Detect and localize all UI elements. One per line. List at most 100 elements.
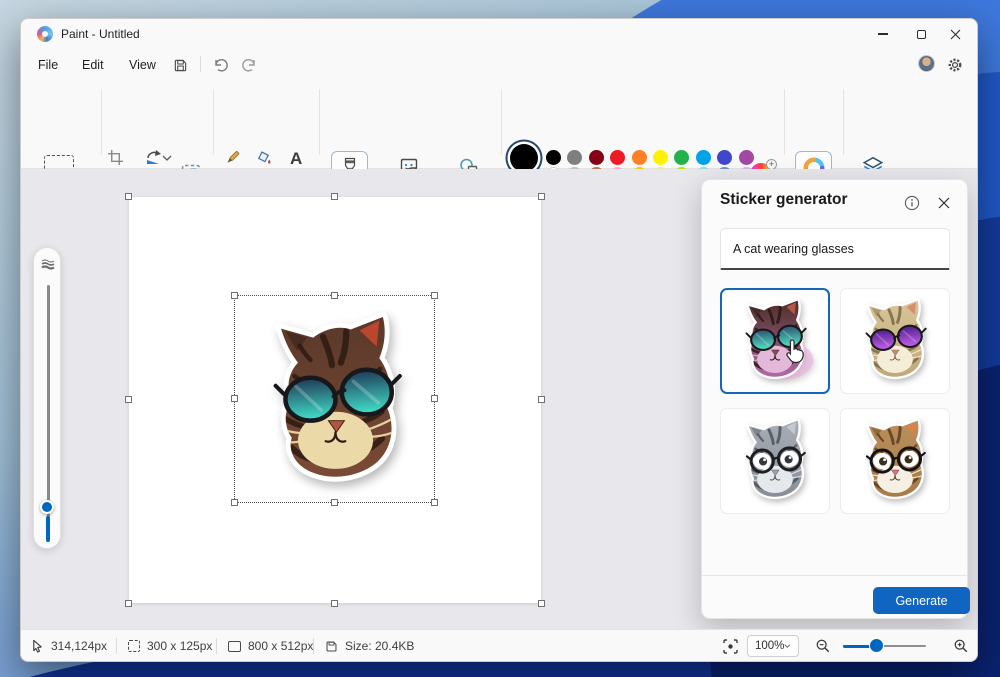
ribbon-separator: [501, 89, 502, 155]
panel-close-button[interactable]: [933, 192, 955, 214]
resize-handle[interactable]: [330, 499, 338, 506]
fit-to-screen-button[interactable]: [722, 630, 739, 661]
drawing-canvas[interactable]: [125, 193, 545, 607]
zoom-in-icon: [954, 639, 968, 653]
panel-footer-divider: [702, 575, 967, 576]
sticker-prompt-input[interactable]: [720, 228, 950, 270]
canvas-cat-sticker: [239, 299, 432, 501]
save-button[interactable]: [170, 55, 190, 75]
color-swatch[interactable]: [695, 149, 711, 165]
resize-handle[interactable]: [431, 395, 438, 402]
thumbnail-cat-image: [729, 412, 821, 511]
undo-button[interactable]: [210, 55, 230, 75]
rotate-button[interactable]: [144, 149, 162, 167]
maximize-button[interactable]: [905, 23, 937, 45]
minimize-button[interactable]: [867, 23, 899, 45]
sticker-thumbnail-4[interactable]: [840, 408, 950, 514]
rotate-chevron-icon[interactable]: [162, 155, 172, 161]
fill-button[interactable]: [255, 149, 273, 167]
info-button[interactable]: [901, 192, 923, 214]
zoom-level-dropdown[interactable]: 100%: [747, 635, 799, 657]
selection-size: 300 x 125px: [128, 630, 213, 661]
resize-handle[interactable]: [431, 499, 438, 506]
canvas-size-value: 800 x 512px: [248, 639, 314, 653]
resize-handle[interactable]: [231, 292, 238, 299]
canvas-workspace: Sticker generator Generate: [21, 169, 977, 631]
selection-size-value: 300 x 125px: [147, 639, 213, 653]
thickness-slider-track[interactable]: [46, 285, 50, 517]
save-icon: [174, 59, 186, 71]
menu-bar: File Edit View: [21, 49, 977, 79]
color-swatch[interactable]: [674, 149, 690, 165]
foreground-color-swatch[interactable]: [510, 144, 538, 172]
resize-handle[interactable]: [125, 193, 132, 200]
color-swatch[interactable]: [631, 149, 647, 165]
cursor-position-value: 314,124px: [51, 639, 108, 653]
pencil-button[interactable]: [223, 149, 241, 167]
cursor-icon: [33, 639, 42, 653]
thumbnail-cat-image: [849, 292, 941, 391]
color-swatch[interactable]: [717, 149, 733, 165]
maximize-icon: [916, 29, 926, 39]
resize-handle[interactable]: [125, 600, 132, 607]
zoom-level-value: 100%: [755, 640, 785, 652]
menu-view[interactable]: View: [120, 54, 165, 75]
user-avatar[interactable]: [918, 55, 935, 72]
resize-handle[interactable]: [538, 396, 545, 403]
sticker-thumbnail-2[interactable]: [840, 288, 950, 394]
menu-edit[interactable]: Edit: [73, 54, 113, 75]
file-size: Size: 20.4KB: [325, 630, 415, 661]
color-row-1: [546, 149, 754, 165]
menu-file[interactable]: File: [29, 54, 67, 75]
resize-handle[interactable]: [538, 193, 545, 200]
zoom-in-button[interactable]: [953, 630, 969, 661]
thickness-slider-panel: [33, 247, 61, 549]
crop-icon: [107, 149, 124, 166]
thumbnail-cat-image: [849, 412, 941, 511]
selection-region[interactable]: [231, 292, 438, 506]
resize-handle[interactable]: [431, 292, 438, 299]
status-bar: 314,124px 300 x 125px 800 x 512px Size: …: [21, 629, 977, 661]
close-button[interactable]: [939, 23, 971, 45]
ribbon-separator: [319, 89, 320, 155]
hand-cursor-icon: [786, 339, 804, 364]
zoom-out-icon: [816, 639, 830, 653]
color-swatch[interactable]: [588, 149, 604, 165]
color-swatch[interactable]: [546, 149, 561, 165]
resize-handle[interactable]: [231, 395, 238, 402]
canvas-size: 800 x 512px: [228, 630, 314, 661]
generate-button[interactable]: Generate: [873, 587, 970, 614]
zoom-slider-thumb[interactable]: [870, 639, 883, 652]
resize-handle[interactable]: [331, 193, 338, 200]
ribbon-separator: [784, 89, 785, 155]
undo-icon: [215, 58, 228, 72]
thickness-slider-thumb[interactable]: [40, 500, 54, 514]
text-tool-button[interactable]: A: [290, 149, 302, 169]
ribbon-separator: [101, 89, 102, 155]
title-bar: Paint - Untitled: [21, 19, 977, 49]
resize-handle[interactable]: [331, 600, 338, 607]
pencil-icon: [227, 151, 240, 163]
resize-handle[interactable]: [231, 499, 238, 506]
canvas-size-icon: [228, 640, 241, 652]
color-swatch[interactable]: [738, 149, 754, 165]
status-separator: [313, 638, 314, 654]
sticker-thumbnail-1[interactable]: [720, 288, 830, 394]
sticker-thumbnail-3[interactable]: [720, 408, 830, 514]
crop-button[interactable]: [107, 149, 124, 166]
resize-handle[interactable]: [330, 292, 338, 299]
zoom-out-button[interactable]: [815, 630, 831, 661]
fill-bucket-icon: [257, 151, 271, 164]
settings-button[interactable]: [945, 55, 965, 75]
color-swatch[interactable]: [652, 149, 668, 165]
resize-handle[interactable]: [538, 600, 545, 607]
redo-button[interactable]: [240, 55, 260, 75]
resize-handle[interactable]: [125, 396, 132, 403]
color-swatch[interactable]: [567, 149, 583, 165]
ribbon-toolbar: Selection Image A: [21, 79, 977, 215]
file-size-value: Size: 20.4KB: [345, 639, 415, 653]
fit-screen-icon: [723, 638, 738, 654]
color-swatch[interactable]: [610, 149, 626, 165]
ribbon-separator: [843, 89, 844, 155]
cursor-position: 314,124px: [31, 630, 108, 661]
